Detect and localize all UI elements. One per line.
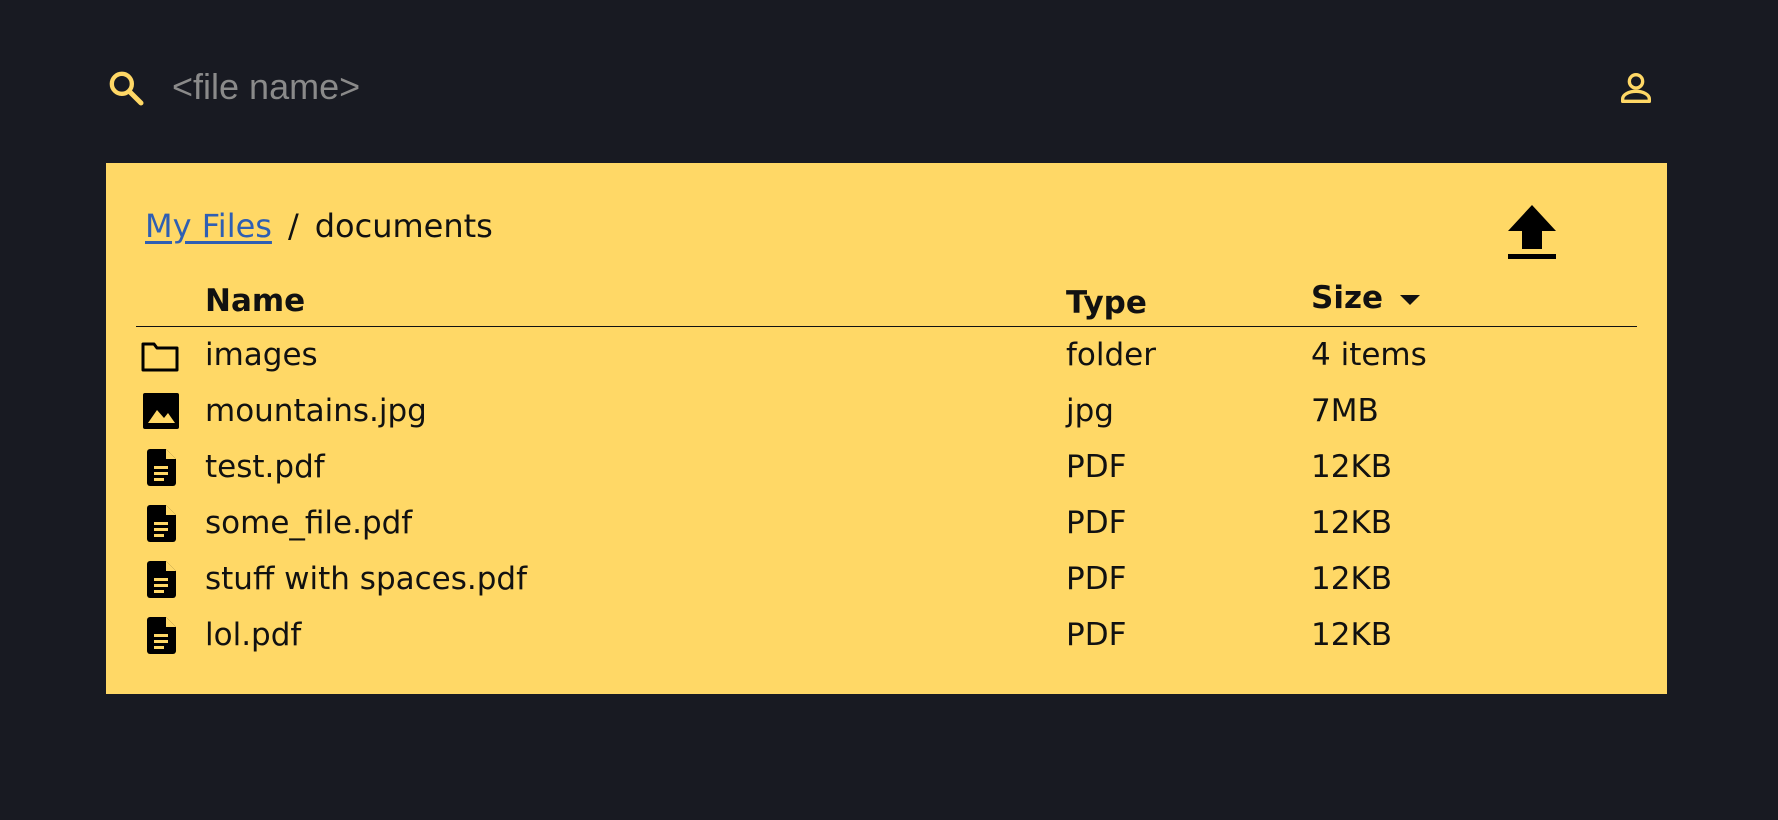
- breadcrumb-separator: /: [287, 207, 299, 245]
- document-icon: [147, 449, 176, 486]
- search-icon[interactable]: [106, 68, 146, 108]
- table-row[interactable]: images folder 4 items: [136, 327, 1637, 383]
- document-icon: [147, 505, 176, 542]
- file-size: 12KB: [1311, 449, 1393, 485]
- breadcrumb-current: documents: [314, 207, 493, 245]
- column-header-size-label: Size: [1311, 280, 1384, 316]
- column-header-type[interactable]: Type: [1066, 285, 1147, 321]
- upload-icon[interactable]: [1506, 201, 1558, 263]
- table-row[interactable]: some_file.pdf PDF 12KB: [136, 495, 1637, 551]
- table-row[interactable]: test.pdf PDF 12KB: [136, 439, 1637, 495]
- file-type: PDF: [1066, 449, 1127, 485]
- user-icon[interactable]: [1616, 68, 1656, 108]
- file-name: test.pdf: [205, 449, 325, 485]
- image-icon: [143, 393, 179, 429]
- file-type: PDF: [1066, 561, 1127, 597]
- file-table: Name Type Size images folder 4 items mounta…: [136, 271, 1637, 663]
- document-icon: [147, 561, 176, 598]
- caret-down-icon: [1400, 294, 1421, 305]
- file-type: jpg: [1066, 393, 1114, 429]
- file-size: 4 items: [1311, 337, 1427, 373]
- folder-icon: [141, 342, 179, 372]
- table-row[interactable]: lol.pdf PDF 12KB: [136, 607, 1637, 663]
- top-bar: [106, 60, 1666, 116]
- table-header: Name Type Size: [136, 271, 1637, 327]
- document-icon: [147, 617, 176, 654]
- file-name: images: [205, 337, 318, 373]
- search-input[interactable]: [166, 64, 878, 110]
- file-size: 7MB: [1311, 393, 1379, 429]
- file-name: some_file.pdf: [205, 505, 413, 541]
- table-body: images folder 4 items mountains.jpg jpg 7MB te…: [136, 327, 1637, 663]
- table-row[interactable]: stuff with spaces.pdf PDF 12KB: [136, 551, 1637, 607]
- file-name: mountains.jpg: [205, 393, 427, 429]
- file-size: 12KB: [1311, 505, 1393, 541]
- column-header-name[interactable]: Name: [205, 283, 305, 319]
- file-type: PDF: [1066, 617, 1127, 653]
- file-size: 12KB: [1311, 617, 1393, 653]
- column-header-size[interactable]: Size: [1311, 280, 1421, 316]
- breadcrumb-root-link[interactable]: My Files: [145, 207, 272, 245]
- file-name: lol.pdf: [205, 617, 302, 653]
- file-browser-panel: My Files / documents Name Type Size images…: [106, 163, 1667, 694]
- table-row[interactable]: mountains.jpg jpg 7MB: [136, 383, 1637, 439]
- file-name: stuff with spaces.pdf: [205, 561, 528, 597]
- file-type: PDF: [1066, 505, 1127, 541]
- breadcrumb: My Files / documents: [145, 207, 493, 245]
- file-type: folder: [1066, 337, 1156, 373]
- file-size: 12KB: [1311, 561, 1393, 597]
